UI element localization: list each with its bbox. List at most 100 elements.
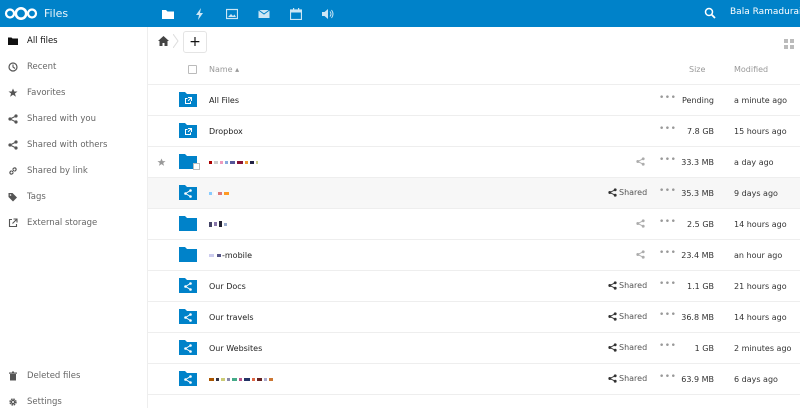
more-actions-icon[interactable]: •••: [659, 372, 676, 382]
redacted-file-name[interactable]: [209, 375, 273, 383]
sidebar-item-deleted-files[interactable]: Deleted files: [0, 363, 147, 389]
audio-app-icon[interactable]: [312, 4, 344, 23]
more-actions-icon[interactable]: •••: [659, 248, 676, 258]
folder-icon: [179, 216, 197, 231]
controls-bar: +: [148, 27, 800, 55]
share-icon: [608, 374, 617, 383]
sidebar-item-shared-with-others[interactable]: Shared with others: [0, 132, 147, 158]
shared-indicator[interactable]: Shared: [608, 281, 647, 290]
file-size: 36.8 MB: [681, 313, 714, 322]
file-row[interactable]: Shared ••• 35.3 MB 9 days ago: [148, 178, 800, 209]
file-modified: 14 hours ago: [734, 220, 787, 229]
activity-app-icon[interactable]: [184, 4, 216, 23]
file-row[interactable]: Our Websites Shared ••• 1 GB 2 minutes a…: [148, 333, 800, 364]
sidebar-item-favorites[interactable]: Favorites: [0, 80, 147, 106]
more-actions-icon[interactable]: •••: [659, 279, 676, 289]
share-icon[interactable]: [636, 157, 647, 166]
external-icon: [0, 218, 27, 228]
more-actions-icon[interactable]: •••: [659, 124, 676, 134]
share-icon: [608, 188, 617, 197]
search-icon[interactable]: [704, 7, 716, 19]
file-name[interactable]: Dropbox: [209, 127, 243, 136]
redacted-file-name[interactable]: [209, 158, 258, 166]
share-icon[interactable]: [636, 219, 647, 228]
user-menu[interactable]: Bala Ramadurai ▾: [730, 7, 800, 17]
sidebar-item-shared-by-link[interactable]: Shared by link: [0, 158, 147, 184]
file-size: Pending: [682, 96, 714, 105]
row-checkbox[interactable]: [193, 163, 200, 170]
sidebar-item-settings[interactable]: Settings: [0, 389, 147, 415]
file-row[interactable]: ••• 33.3 MB a day ago: [148, 147, 800, 178]
sort-by-name[interactable]: Name ▴: [209, 65, 239, 74]
sidebar-item-label: All files: [27, 36, 58, 46]
file-size: 1 GB: [694, 344, 714, 353]
file-modified: 21 hours ago: [734, 282, 787, 291]
more-actions-icon[interactable]: •••: [659, 93, 676, 103]
favorite-star-icon[interactable]: [157, 158, 166, 167]
shared-folder-icon: [179, 309, 197, 324]
file-name[interactable]: Our Websites: [209, 344, 262, 353]
file-row[interactable]: -mobile ••• 23.4 MB an hour ago: [148, 240, 800, 271]
file-name[interactable]: -mobile: [209, 251, 252, 260]
sidebar-item-label: Shared with others: [27, 140, 108, 150]
nextcloud-logo[interactable]: [4, 6, 38, 21]
file-modified: 6 days ago: [734, 375, 778, 384]
sidebar-item-recent[interactable]: Recent: [0, 54, 147, 80]
more-actions-icon[interactable]: •••: [659, 186, 676, 196]
shared-label: Shared: [619, 188, 648, 197]
app-launcher: [152, 4, 344, 23]
column-name-label: Name: [209, 65, 233, 74]
sidebar-item-tags[interactable]: Tags: [0, 184, 147, 210]
more-actions-icon[interactable]: •••: [659, 310, 676, 320]
file-name[interactable]: Our travels: [209, 313, 254, 322]
grid-view-icon[interactable]: [784, 39, 794, 49]
share-icon: [0, 140, 27, 150]
sidebar-item-label: Settings: [27, 397, 62, 407]
sidebar-item-shared-with-you[interactable]: Shared with you: [0, 106, 147, 132]
redacted-file-name[interactable]: [209, 220, 227, 228]
file-row[interactable]: Dropbox ••• 7.8 GB 15 hours ago: [148, 116, 800, 147]
more-actions-icon[interactable]: •••: [659, 155, 676, 165]
file-row[interactable]: ••• 2.5 GB 14 hours ago: [148, 209, 800, 240]
sort-by-modified[interactable]: Modified: [734, 65, 768, 74]
share-icon: [608, 281, 617, 290]
folder-icon: [179, 247, 197, 262]
sidebar-item-label: Shared by link: [27, 166, 88, 176]
file-size: 1.1 GB: [687, 282, 714, 291]
file-modified: 2 minutes ago: [734, 344, 792, 353]
file-name[interactable]: Our Docs: [209, 282, 246, 291]
file-row[interactable]: Our Docs Shared ••• 1.1 GB 21 hours ago: [148, 271, 800, 302]
redacted-prefix: [217, 254, 221, 257]
home-icon[interactable]: [158, 36, 169, 46]
shared-indicator[interactable]: Shared: [608, 343, 647, 352]
file-name[interactable]: All Files: [209, 96, 239, 105]
file-row[interactable]: Shared ••• 63.9 MB 6 days ago: [148, 364, 800, 395]
shared-folder-icon: [179, 278, 197, 293]
gear-icon: [0, 397, 27, 407]
more-actions-icon[interactable]: •••: [659, 217, 676, 227]
shared-indicator[interactable]: Shared: [608, 188, 647, 197]
shared-folder-icon: [179, 185, 197, 200]
gallery-app-icon[interactable]: [216, 4, 248, 23]
file-modified: a minute ago: [734, 96, 788, 105]
user-name: Bala Ramadurai: [730, 7, 800, 17]
select-all-checkbox[interactable]: [188, 65, 197, 74]
files-app-icon[interactable]: [152, 4, 184, 23]
shared-label: Shared: [619, 281, 648, 290]
trash-icon: [0, 371, 27, 381]
calendar-app-icon[interactable]: [280, 4, 312, 23]
more-actions-icon[interactable]: •••: [659, 341, 676, 351]
mail-app-icon[interactable]: [248, 4, 280, 23]
shared-indicator[interactable]: Shared: [608, 374, 647, 383]
sidebar-item-external-storage[interactable]: External storage: [0, 210, 147, 236]
file-row[interactable]: Our travels Shared ••• 36.8 MB 14 hours …: [148, 302, 800, 333]
file-row[interactable]: All Files ••• Pending a minute ago: [148, 85, 800, 116]
redacted-file-name[interactable]: [209, 189, 229, 197]
shared-indicator[interactable]: Shared: [608, 312, 647, 321]
sort-by-size[interactable]: Size: [689, 65, 705, 74]
new-button[interactable]: +: [183, 31, 207, 53]
file-modified: 9 days ago: [734, 189, 778, 198]
sidebar: All files Recent Favorites Shared with y…: [0, 27, 148, 408]
share-icon[interactable]: [636, 250, 647, 259]
sidebar-item-all-files[interactable]: All files: [0, 28, 147, 54]
